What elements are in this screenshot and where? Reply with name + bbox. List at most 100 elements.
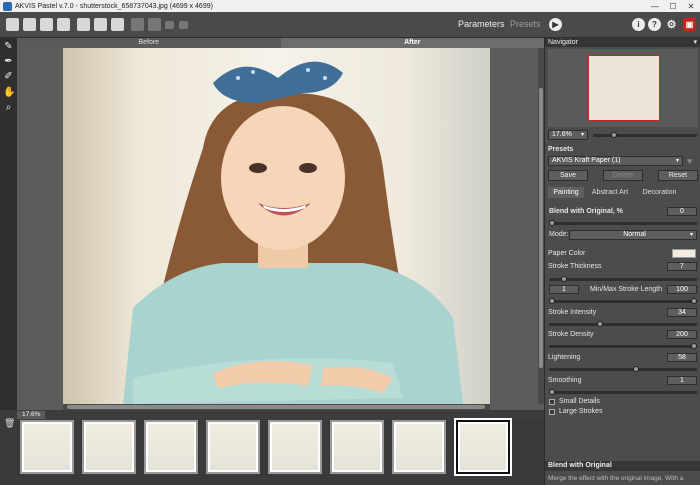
stroke-thickness-field[interactable]: 7 bbox=[667, 262, 697, 271]
settings-icon[interactable]: ⚙ bbox=[665, 18, 678, 31]
redo-icon[interactable] bbox=[179, 21, 188, 29]
import-strokes-icon[interactable] bbox=[77, 18, 90, 31]
tab-before[interactable]: Before bbox=[17, 38, 281, 48]
close-button[interactable]: ✕ bbox=[682, 0, 700, 12]
print-icon[interactable] bbox=[57, 18, 70, 31]
zoom-select[interactable]: 17.6% ▾ bbox=[548, 130, 588, 140]
parameters-mode-button[interactable]: Parameters bbox=[458, 19, 505, 29]
stroke-density-knob[interactable] bbox=[691, 343, 697, 349]
thumb-image bbox=[272, 424, 318, 470]
info-icon[interactable]: i bbox=[632, 18, 645, 31]
film-thumb[interactable] bbox=[330, 420, 384, 474]
minmax-stroke-label: Min/Max Stroke Length bbox=[590, 286, 662, 293]
presets-mode-button[interactable]: Presets bbox=[510, 19, 541, 29]
blend-slider[interactable] bbox=[549, 220, 697, 226]
show-strokes-icon[interactable] bbox=[148, 18, 161, 31]
reset-preset-button[interactable]: Reset bbox=[658, 170, 698, 181]
lightening-field[interactable]: 58 bbox=[667, 353, 697, 362]
small-details-checkbox[interactable] bbox=[549, 399, 555, 405]
mode-select[interactable]: Normal ▾ bbox=[569, 230, 697, 240]
navigator-title: Navigator bbox=[548, 39, 578, 46]
stroke-intensity-knob[interactable] bbox=[597, 321, 603, 327]
akvis-logo-icon[interactable]: ▣ bbox=[683, 18, 696, 31]
max-stroke-knob[interactable] bbox=[691, 298, 697, 304]
stroke-density-field[interactable]: 200 bbox=[667, 330, 697, 339]
smoothing-slider[interactable] bbox=[549, 389, 697, 395]
thumb-image bbox=[148, 424, 194, 470]
paper-color-swatch[interactable] bbox=[672, 249, 696, 258]
blend-value-field[interactable]: 0 bbox=[667, 207, 697, 216]
vertical-scroll-thumb[interactable] bbox=[539, 88, 543, 368]
thumb-image bbox=[86, 424, 132, 470]
lightening-label: Lightening bbox=[548, 354, 581, 361]
smoothing-knob[interactable] bbox=[549, 389, 555, 395]
direction-brush-icon[interactable]: ✎ bbox=[3, 41, 14, 52]
tab-abstract-art[interactable]: Abstract Art bbox=[585, 187, 635, 198]
max-stroke-field[interactable]: 100 bbox=[667, 285, 697, 294]
tab-painting[interactable]: Painting bbox=[548, 187, 584, 198]
stroke-density-slider[interactable] bbox=[549, 343, 697, 349]
image-canvas[interactable] bbox=[63, 48, 490, 404]
save-file-icon[interactable] bbox=[23, 18, 36, 31]
save-preset-button[interactable]: Save bbox=[548, 170, 588, 181]
lightening-knob[interactable] bbox=[633, 366, 639, 372]
film-thumb[interactable] bbox=[268, 420, 322, 474]
tab-decoration[interactable]: Decoration bbox=[637, 187, 682, 198]
film-thumb[interactable] bbox=[82, 420, 136, 474]
large-strokes-label: Large Strokes bbox=[559, 408, 603, 415]
smoothing-field[interactable]: 1 bbox=[667, 376, 697, 385]
preset-select[interactable]: AKVIS Kraft Paper (1) ▾ bbox=[548, 156, 683, 166]
stroke-thickness-slider[interactable] bbox=[549, 276, 697, 282]
pastel-portrait-image bbox=[123, 61, 463, 404]
trash-icon[interactable]: 🗑 bbox=[4, 418, 15, 429]
collapse-icon[interactable]: ▾ bbox=[693, 38, 697, 47]
min-stroke-field[interactable]: 1 bbox=[549, 285, 579, 294]
thumb-image bbox=[334, 424, 380, 470]
film-thumb-selected[interactable] bbox=[454, 418, 512, 476]
zoom-slider-knob[interactable] bbox=[611, 132, 617, 138]
stroke-intensity-label: Stroke Intensity bbox=[548, 309, 597, 316]
horizontal-scroll-thumb[interactable] bbox=[67, 405, 485, 409]
run-icon[interactable]: ▶ bbox=[549, 18, 562, 31]
chevron-down-icon: ▾ bbox=[689, 232, 693, 238]
film-thumb[interactable] bbox=[20, 420, 74, 474]
stroke-length-range-slider[interactable] bbox=[549, 298, 697, 304]
eraser-icon[interactable]: ✐ bbox=[3, 71, 14, 82]
stroke-thickness-label: Stroke Thickness bbox=[548, 263, 602, 270]
stroke-brush-icon[interactable]: ✒ bbox=[3, 56, 14, 67]
stroke-intensity-field[interactable]: 34 bbox=[667, 308, 697, 317]
stroke-thickness-knob[interactable] bbox=[561, 276, 567, 282]
export-strokes-icon[interactable] bbox=[94, 18, 107, 31]
navigator-preview[interactable] bbox=[548, 49, 698, 127]
mode-value: Normal bbox=[623, 231, 646, 238]
batch-icon[interactable] bbox=[40, 18, 53, 31]
stroke-intensity-slider[interactable] bbox=[549, 321, 697, 327]
film-thumb[interactable] bbox=[144, 420, 198, 474]
zoom-icon[interactable]: ⌕ bbox=[3, 102, 14, 113]
undo-icon[interactable] bbox=[165, 21, 174, 29]
navigator-header: Navigator ▾ bbox=[545, 38, 700, 47]
settings-panel: Navigator ▾ 17.6% ▾ Presets AKVIS Kraft P… bbox=[544, 38, 700, 485]
blend-slider-knob[interactable] bbox=[549, 220, 555, 226]
large-strokes-checkbox[interactable] bbox=[549, 409, 555, 415]
navigator-view-frame[interactable] bbox=[588, 55, 660, 121]
share-icon[interactable] bbox=[111, 18, 124, 31]
hint-text: Merge the effect with the original image… bbox=[548, 475, 684, 482]
favorite-heart-icon[interactable]: ♥ bbox=[687, 156, 692, 166]
chevron-down-icon: ▾ bbox=[675, 158, 679, 164]
film-thumb[interactable] bbox=[392, 420, 446, 474]
thumb-image bbox=[460, 424, 506, 470]
film-thumb[interactable] bbox=[206, 420, 260, 474]
maximize-button[interactable]: ☐ bbox=[664, 0, 682, 12]
zoom-slider[interactable] bbox=[593, 132, 697, 138]
minimize-button[interactable]: — bbox=[646, 0, 664, 12]
lightening-slider[interactable] bbox=[549, 366, 697, 372]
delete-preset-button[interactable]: Delete bbox=[603, 170, 643, 181]
min-stroke-knob[interactable] bbox=[549, 298, 555, 304]
open-file-icon[interactable] bbox=[6, 18, 19, 31]
help-icon[interactable]: ? bbox=[648, 18, 661, 31]
hand-icon[interactable]: ✋ bbox=[3, 87, 15, 98]
tab-after[interactable]: After bbox=[280, 38, 544, 48]
preset-value: AKVIS Kraft Paper (1) bbox=[552, 157, 621, 164]
canvas-icon[interactable] bbox=[131, 18, 144, 31]
